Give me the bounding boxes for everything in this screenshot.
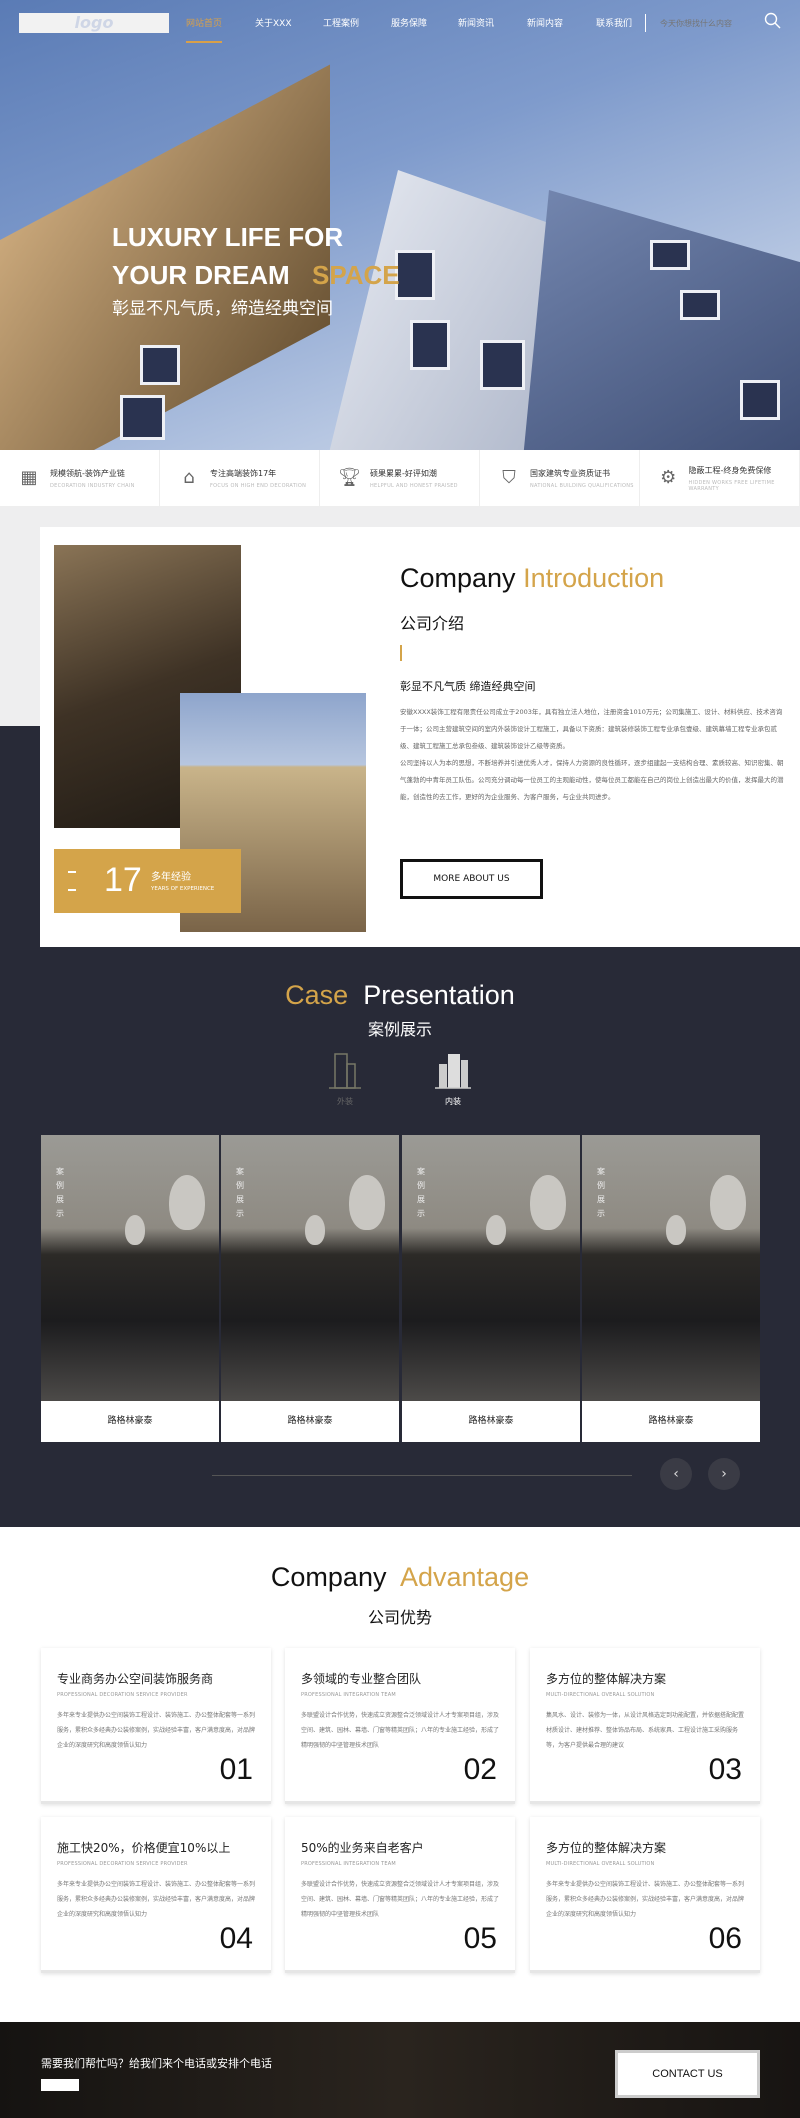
- advantage-title: Company Advantage: [270, 1562, 530, 1592]
- case-caption: 路格林豪泰: [648, 1416, 694, 1426]
- building-outline-icon: [329, 1053, 361, 1089]
- contact-accent-block: [41, 2079, 79, 2091]
- feature-item: ⚙ 隐蔽工程-终身免费保修 HIDDEN WORKS FREE LIFETIME W…: [640, 450, 800, 506]
- advantage-card: 50%的业务来自老客户 PROFESSIONAL INTEGRATION TEAM…: [285, 1817, 515, 1973]
- case-image: 案例展示: [582, 1135, 760, 1401]
- slider-track[interactable]: [212, 1475, 632, 1476]
- feature-subtitle: DECORATION INDUSTRY CHAIN: [50, 482, 135, 489]
- feature-subtitle: FOCUS ON HIGH END DECORATION: [210, 482, 307, 489]
- intro-subtitle: 彰显不凡气质 缔造经典空间: [400, 680, 536, 693]
- case-tag: 案例展示: [597, 1167, 605, 1218]
- years-number: 17: [104, 861, 142, 899]
- hero-banner: LUXURY LIFE FOR YOUR DREAM SPACE 彰显不凡气质，…: [0, 0, 800, 450]
- building-solid-icon: [435, 1054, 471, 1089]
- case-card[interactable]: 案例展示路格林豪泰: [582, 1135, 760, 1442]
- nav-item-cases[interactable]: 工程案例: [323, 16, 359, 29]
- tab-label: 外装: [337, 1097, 353, 1106]
- feature-title: 专注高端装饰17年: [210, 468, 277, 478]
- case-tag: 案例展示: [417, 1167, 425, 1218]
- case-card[interactable]: 案例展示路格林豪泰: [41, 1135, 219, 1442]
- badge-icon: ⛉: [502, 467, 516, 488]
- years-label: 多年经验: [151, 872, 191, 883]
- contact-us-button[interactable]: CONTACT US: [615, 2050, 760, 2098]
- tab-label: 内装: [445, 1097, 461, 1106]
- more-about-us-button[interactable]: MORE ABOUT US: [400, 859, 543, 899]
- logo[interactable]: logo: [19, 13, 169, 33]
- contact-banner: 需要我们帮忙吗？给我们来个电话或安排个电话 CONTACT US: [0, 2022, 800, 2118]
- nav-item-about[interactable]: 关于XXX: [255, 16, 292, 29]
- nav-item-news[interactable]: 新闻资讯: [458, 16, 494, 29]
- advantage-card: 专业商务办公空间装饰服务商 PROFESSIONAL DECORATION SER…: [41, 1648, 271, 1804]
- top-nav: logo 网站首页 关于XXX 工程案例 服务保障 新闻资讯 新闻内容 联系我们: [0, 0, 800, 45]
- case-caption: 路格林豪泰: [468, 1416, 514, 1426]
- feature-item: 🏆︎ 硕果累累-好评如潮 HELPFUL AND HONEST PRAISED: [320, 450, 480, 506]
- tab-interior[interactable]: 内装: [428, 1050, 478, 1107]
- hand-gear-icon: ⚙: [660, 467, 677, 488]
- feature-title: 硕果累累-好评如潮: [370, 468, 437, 478]
- house-icon: ⌂: [183, 467, 195, 488]
- nav-item-service[interactable]: 服务保障: [391, 16, 427, 29]
- menu-lines-icon: [68, 871, 76, 891]
- cases-title: Case Presentation: [285, 980, 515, 1010]
- case-tag: 案例展示: [56, 1167, 64, 1218]
- search-icon[interactable]: [764, 12, 782, 30]
- feature-subtitle: HIDDEN WORKS FREE LIFETIME WARRANTY: [688, 479, 775, 492]
- case-image: 案例展示: [41, 1135, 219, 1401]
- nav-item-contact[interactable]: 联系我们: [596, 16, 632, 29]
- feature-title: 隐蔽工程-终身免费保修: [688, 465, 772, 475]
- feature-bar: ▦ 规模领航-装饰产业链 DECORATION INDUSTRY CHAIN ⌂ 专注…: [0, 450, 800, 507]
- advantage-card: 施工快20%，价格便宜10%以上 PROFESSIONAL DECORATION …: [41, 1817, 271, 1973]
- case-image: 案例展示: [221, 1135, 399, 1401]
- advantage-title-cn: 公司优势: [367, 1608, 432, 1627]
- intro-title-cn: 公司介绍: [400, 614, 465, 633]
- advantage-card: 多方位的整体解决方案 MULTI-DIRECTIONAL OVERALL SOLU…: [530, 1817, 760, 1973]
- intro-title: Company Introduction: [400, 563, 665, 593]
- case-tag: 案例展示: [236, 1167, 244, 1218]
- cases-title-cn: 案例展示: [367, 1020, 432, 1039]
- hero-title-highlight: SPACE: [312, 260, 400, 290]
- trophy-icon: 🏆︎: [338, 467, 361, 488]
- tab-exterior[interactable]: 外装: [320, 1050, 370, 1107]
- case-image: 案例展示: [402, 1135, 580, 1401]
- feature-item: ⌂ 专注高端装饰17年 FOCUS ON HIGH END DECORATION: [160, 450, 320, 506]
- case-caption: 路格林豪泰: [107, 1416, 153, 1426]
- hero-title-line2: YOUR DREAM: [112, 260, 290, 290]
- prev-arrow-icon[interactable]: ‹: [660, 1458, 692, 1490]
- advantage-card: 多方位的整体解决方案 MULTI-DIRECTIONAL OVERALL SOLU…: [530, 1648, 760, 1804]
- nav-divider: [645, 14, 646, 32]
- nav-item-news-content[interactable]: 新闻内容: [527, 16, 563, 29]
- intro-paragraph: 公司坚持以人为本的思想，不断培养并引进优秀人才，保持人力资源的良性循环，逐步组建…: [400, 759, 784, 801]
- search-input[interactable]: [660, 13, 755, 33]
- feature-title: 规模领航-装饰产业链: [50, 468, 125, 478]
- years-label-en: YEARS OF EXPERIENCE: [151, 886, 215, 892]
- case-card[interactable]: 案例展示路格林豪泰: [402, 1135, 580, 1442]
- intro-paragraph: 安徽XXXX装饰工程有限责任公司成立于2003年，具有独立法人地位，注册资金10…: [400, 708, 783, 750]
- advantage-card: 多领域的专业整合团队 PROFESSIONAL INTEGRATION TEAM 多…: [285, 1648, 515, 1804]
- hero-subtitle: 彰显不凡气质，缔造经典空间: [112, 299, 333, 319]
- feature-subtitle: NATIONAL BUILDING QUALIFICATIONS: [530, 482, 634, 489]
- next-arrow-icon[interactable]: ›: [708, 1458, 740, 1490]
- hero-building-left: [0, 64, 330, 450]
- accent-bar: [400, 645, 402, 661]
- case-caption: 路格林豪泰: [287, 1416, 333, 1426]
- years-badge: 17 多年经验 YEARS OF EXPERIENCE: [54, 849, 241, 913]
- contact-prompt: 需要我们帮忙吗？给我们来个电话或安排个电话: [41, 2057, 272, 2070]
- case-card[interactable]: 案例展示路格林豪泰: [221, 1135, 399, 1442]
- building-chain-icon: ▦: [20, 467, 38, 488]
- hero-title-line1: LUXURY LIFE FOR: [112, 222, 344, 252]
- feature-subtitle: HELPFUL AND HONEST PRAISED: [370, 482, 458, 489]
- feature-title: 国家建筑专业资质证书: [530, 468, 610, 478]
- feature-item: ▦ 规模领航-装饰产业链 DECORATION INDUSTRY CHAIN: [0, 450, 160, 506]
- feature-item: ⛉ 国家建筑专业资质证书 NATIONAL BUILDING QUALIFICATI…: [480, 450, 640, 506]
- nav-item-home[interactable]: 网站首页: [186, 16, 223, 43]
